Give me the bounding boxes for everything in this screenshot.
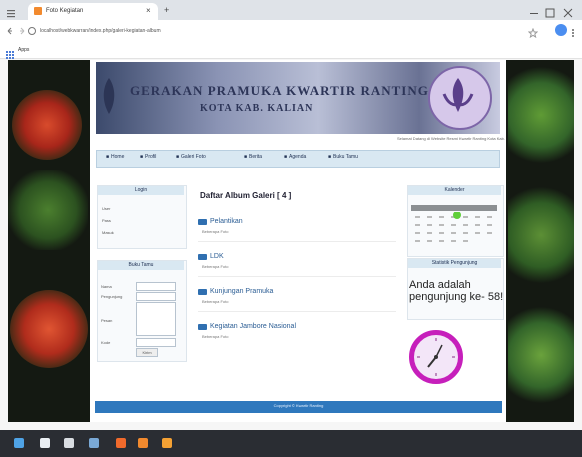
nav-item-berita[interactable]: ■ Berita (244, 154, 262, 160)
guestbook-panel-title: Buku Tamu (98, 261, 184, 270)
guestbook-captcha-input[interactable] (136, 338, 176, 347)
nav-item-home[interactable]: ■ Home (106, 154, 124, 160)
album-item[interactable]: Kegiatan Jambore Nasional (198, 323, 296, 330)
calendar-grid[interactable] (411, 211, 497, 250)
nav-item-agenda[interactable]: ■ Agenda (284, 154, 306, 160)
window-controls[interactable] (526, 5, 576, 18)
app-icon[interactable] (116, 438, 126, 448)
taskbar (0, 430, 582, 457)
agenda-icon: ■ (284, 154, 288, 160)
guestbook-email-input[interactable] (136, 292, 176, 301)
new-tab-button[interactable]: + (164, 5, 169, 15)
footer-text: Copyright © Kwartir Ranting (273, 403, 324, 408)
album-item[interactable]: LDK (198, 253, 224, 260)
album-divider (198, 241, 396, 242)
nav-buttons[interactable] (6, 24, 36, 36)
bookmarks-bar (0, 42, 582, 59)
guestbook-submit-button[interactable]: Kirim (136, 348, 158, 357)
gallery-icon: ■ (176, 154, 180, 160)
apps-grid-icon[interactable] (6, 46, 14, 59)
calendar-header (411, 205, 497, 211)
album-item[interactable]: Kunjungan Pramuka (198, 288, 273, 295)
analog-clock-icon (409, 330, 463, 384)
album-meta: Beberapa Foto (202, 229, 229, 234)
tab-favicon-icon (34, 7, 42, 15)
start-icon[interactable] (14, 438, 24, 448)
guestbook-name-input[interactable] (136, 282, 176, 291)
folder-icon (198, 288, 207, 295)
menu-dots-icon[interactable] (571, 25, 575, 37)
tab-list-icon[interactable] (6, 5, 16, 18)
scout-emblem-icon (100, 76, 118, 116)
album-meta: Beberapa Foto (202, 264, 229, 269)
guestbook-name-label: Nama (101, 284, 112, 289)
album-meta: Beberapa Foto (202, 334, 229, 339)
guestbook-message-label: Pesan (101, 318, 113, 323)
tab-title[interactable]: Foto Kegiatan (46, 8, 83, 14)
login-panel-title: Login (98, 186, 184, 195)
login-username-label: User (102, 206, 111, 211)
profile-icon: ■ (140, 154, 144, 160)
guestbook-email-label: Pengunjung (101, 294, 123, 299)
guestbook-message-textarea[interactable] (136, 302, 176, 336)
guestbook-captcha-label: Kode (101, 340, 111, 345)
folder-icon (198, 253, 207, 260)
album-item[interactable]: Pelantikan (198, 218, 243, 225)
login-password-label: Pass (102, 218, 111, 223)
home-icon: ■ (106, 154, 110, 160)
folder-icon (198, 218, 207, 225)
banner-title: GERAKAN PRAMUKA KWARTIR RANTING (130, 83, 429, 98)
album-heading: Daftar Album Galeri [ 4 ] (200, 191, 292, 200)
camera-icon[interactable] (40, 438, 50, 448)
calendar-panel-title: Kalender (408, 186, 501, 195)
album-divider (198, 276, 396, 277)
nav-item-profil[interactable]: ■ Profil (140, 154, 156, 160)
visitor-counter-text: Anda adalah pengunjung ke- 58! (409, 279, 504, 303)
browser-icon[interactable] (138, 438, 148, 448)
news-icon: ■ (244, 154, 248, 160)
document-icon[interactable] (89, 438, 99, 448)
marquee-text: Selamat Datang di Website Resmi Kwartir … (397, 136, 505, 141)
scout-logo-icon (428, 66, 492, 130)
star-icon[interactable] (527, 25, 539, 39)
nav-item-bukutamu[interactable]: ■ Buku Tamu (328, 154, 358, 160)
folder-icon (198, 323, 207, 330)
login-button[interactable]: Masuk (102, 230, 114, 235)
url-input[interactable]: localhost/webkwarran/index.php/galeri-ke… (40, 24, 520, 38)
nav-item-galeri[interactable]: ■ Galeri Foto (176, 154, 206, 160)
album-meta: Beberapa Foto (202, 299, 229, 304)
folder-icon[interactable] (64, 438, 74, 448)
banner-subtitle: KOTA KAB. KALIAN (200, 103, 314, 114)
album-divider (198, 311, 396, 312)
tab-close-icon[interactable]: × (146, 6, 151, 15)
media-icon[interactable] (162, 438, 172, 448)
bookmark-apps[interactable]: Apps (18, 47, 29, 53)
profile-avatar[interactable] (555, 24, 567, 36)
counter-panel-title: Statistik Pengunjung (408, 259, 501, 268)
guestbook-icon: ■ (328, 154, 332, 160)
